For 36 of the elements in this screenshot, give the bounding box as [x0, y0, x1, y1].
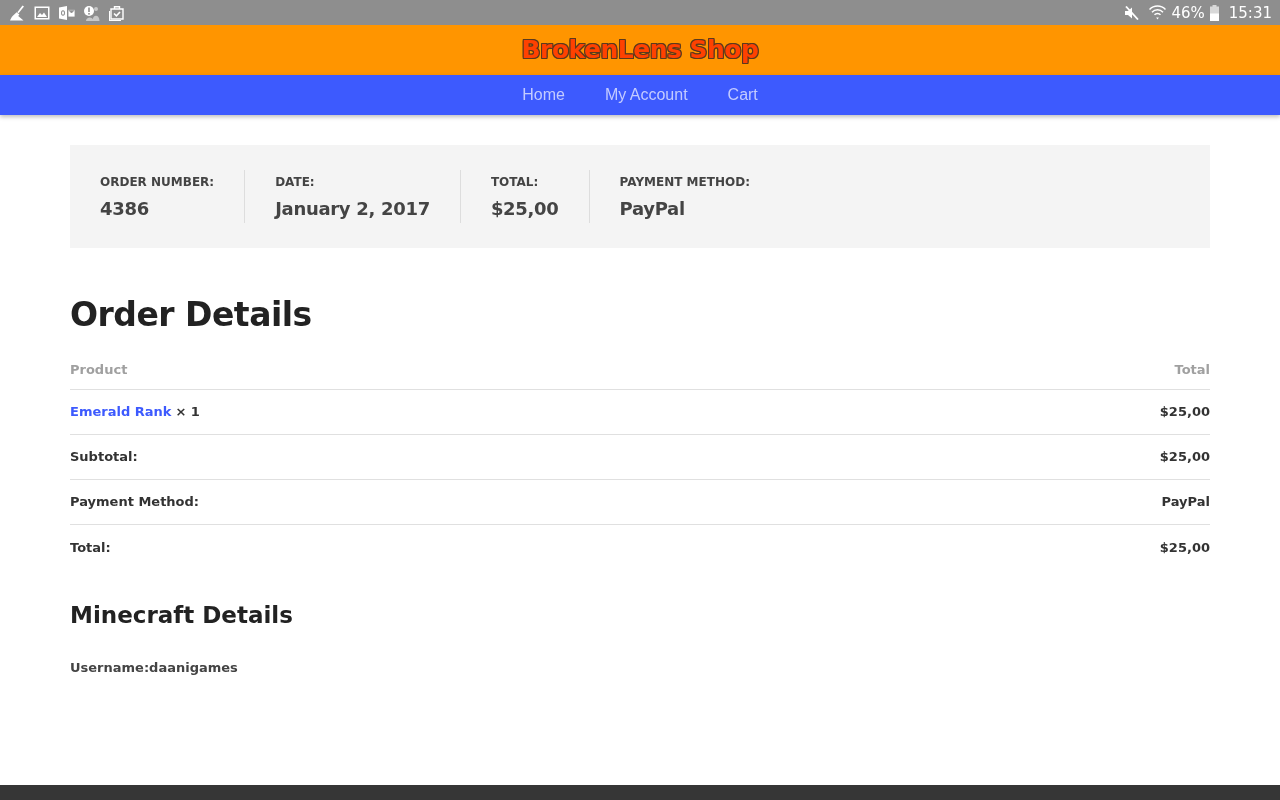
nav-link[interactable]: My Account — [604, 85, 688, 105]
battery-percent: 46% — [1171, 3, 1205, 22]
row-value: $25,00 — [1159, 448, 1210, 466]
summary-label: ORDER NUMBER: — [100, 174, 215, 190]
picture-icon — [34, 5, 50, 20]
row-value: $25,00 — [1159, 538, 1210, 557]
briefcase-check-icon — [109, 4, 125, 21]
battery-icon — [1209, 4, 1219, 21]
wifi-icon — [1149, 5, 1167, 20]
summary-label: PAYMENT METHOD: — [619, 174, 750, 190]
summary-value: PayPal — [619, 197, 686, 221]
row-value: PayPal — [1161, 493, 1210, 511]
person-alert-icon — [84, 4, 100, 21]
mail-icon — [59, 5, 75, 20]
row-label: Subtotal: — [70, 448, 138, 466]
summary-value: January 2, 2017 — [275, 197, 430, 221]
column-header: Total — [1174, 360, 1210, 379]
broom-icon — [9, 4, 25, 21]
row-value: $25,00 — [1159, 403, 1210, 421]
row-label: Payment Method: — [70, 493, 200, 511]
summary-label: TOTAL: — [490, 174, 540, 190]
nav-link[interactable]: Home — [522, 85, 565, 105]
nav-link[interactable]: Cart — [727, 85, 758, 105]
summary-label: DATE: — [275, 174, 316, 190]
column-header: Product — [70, 360, 128, 379]
product-link[interactable]: Emerald Rank — [70, 403, 172, 421]
username-text: Username:daanigames — [70, 659, 239, 677]
section-heading: Order Details — [70, 295, 313, 335]
row-label: Total: — [70, 538, 111, 557]
clock-time: 15:31 — [1228, 3, 1272, 22]
site-title: BrokenLens Shop — [521, 35, 759, 65]
quantity-text: × 1 — [175, 403, 200, 421]
summary-value: $25,00 — [490, 197, 559, 221]
mute-icon — [1124, 5, 1141, 20]
section-heading: Minecraft Details — [70, 601, 294, 630]
summary-value: 4386 — [100, 197, 150, 221]
